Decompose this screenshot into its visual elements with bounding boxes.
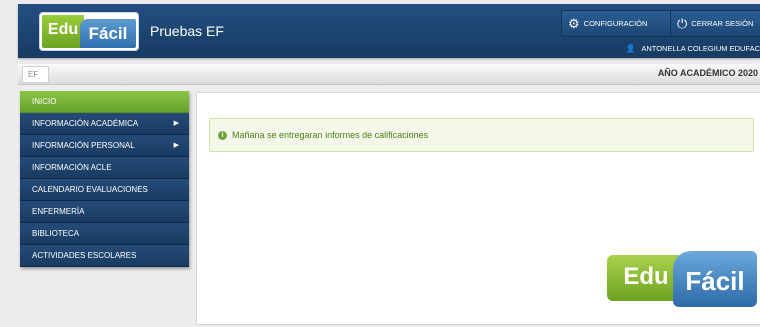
sidebar-item-informacion-acle[interactable]: INFORMACIÓN ACLE xyxy=(20,157,189,179)
sidebar-menu: INICIO INFORMACIÓN ACADÉMICA ▶ INFORMACI… xyxy=(20,91,189,267)
edufacil-watermark-logo: Edu Fácil xyxy=(607,251,757,309)
sidebar-item-enfermeria[interactable]: ENFERMERÍA xyxy=(20,201,189,223)
sidebar-item-label: INICIO xyxy=(32,97,57,106)
sidebar-item-label: ACTIVIDADES ESCOLARES xyxy=(32,251,137,260)
config-button[interactable]: ⚙ CONFIGURACIÓN xyxy=(561,10,677,37)
breadcrumb-bar: EF AÑO ACADÉMICO 2020 xyxy=(18,64,760,85)
main-panel: i Mañana se entregaran informes de calif… xyxy=(196,92,760,325)
sidebar-item-label: CALENDARIO EVALUACIONES xyxy=(32,185,148,194)
notice-alert: i Mañana se entregaran informes de calif… xyxy=(209,118,754,152)
info-icon: i xyxy=(218,130,227,140)
logo-facil-text: Fácil xyxy=(80,19,136,48)
app-title: Pruebas EF xyxy=(150,23,224,39)
logout-label: CERRAR SESIÓN xyxy=(691,19,754,28)
sidebar-item-inicio[interactable]: INICIO xyxy=(20,91,189,113)
alert-message: Mañana se entregaran informes de calific… xyxy=(232,130,429,140)
sidebar-item-label: BIBLIOTECA xyxy=(32,229,80,238)
user-name[interactable]: 👤 ANTONELLA COLEGIUM EDUFAC xyxy=(626,44,760,53)
chevron-right-icon: ▶ xyxy=(173,120,179,127)
sidebar-item-calendario-evaluaciones[interactable]: CALENDARIO EVALUACIONES xyxy=(20,179,189,201)
sidebar-item-actividades-escolares[interactable]: ACTIVIDADES ESCOLARES xyxy=(20,245,189,267)
academic-year: AÑO ACADÉMICO 2020 xyxy=(657,68,758,78)
sidebar-item-label: ENFERMERÍA xyxy=(32,207,85,216)
chevron-right-icon: ▶ xyxy=(173,142,179,149)
sidebar-item-informacion-academica[interactable]: INFORMACIÓN ACADÉMICA ▶ xyxy=(20,113,189,135)
edufacil-logo[interactable]: Edu Fácil xyxy=(40,13,138,50)
gears-icon: ⚙ xyxy=(568,15,580,31)
sidebar-item-informacion-personal[interactable]: INFORMACIÓN PERSONAL ▶ xyxy=(20,135,189,157)
logo-edu-text: Edu xyxy=(42,15,84,48)
sidebar-item-biblioteca[interactable]: BIBLIOTECA xyxy=(20,223,189,245)
power-icon: ⏻ xyxy=(677,15,688,31)
top-header: Edu Fácil Pruebas EF ⚙ CONFIGURACIÓN ⏻ C… xyxy=(18,4,760,58)
sidebar-item-label: INFORMACIÓN ACADÉMICA xyxy=(32,119,139,128)
sidebar-item-label: INFORMACIÓN ACLE xyxy=(32,163,112,172)
user-icon: 👤 xyxy=(625,44,636,53)
config-label: CONFIGURACIÓN xyxy=(583,19,648,28)
user-name-text: ANTONELLA COLEGIUM EDUFAC xyxy=(641,44,760,53)
breadcrumb-item[interactable]: EF xyxy=(22,66,50,83)
logo-facil-text: Fácil xyxy=(673,251,757,307)
sidebar-item-label: INFORMACIÓN PERSONAL xyxy=(32,141,135,150)
logout-button[interactable]: ⏻ CERRAR SESIÓN xyxy=(670,10,760,37)
